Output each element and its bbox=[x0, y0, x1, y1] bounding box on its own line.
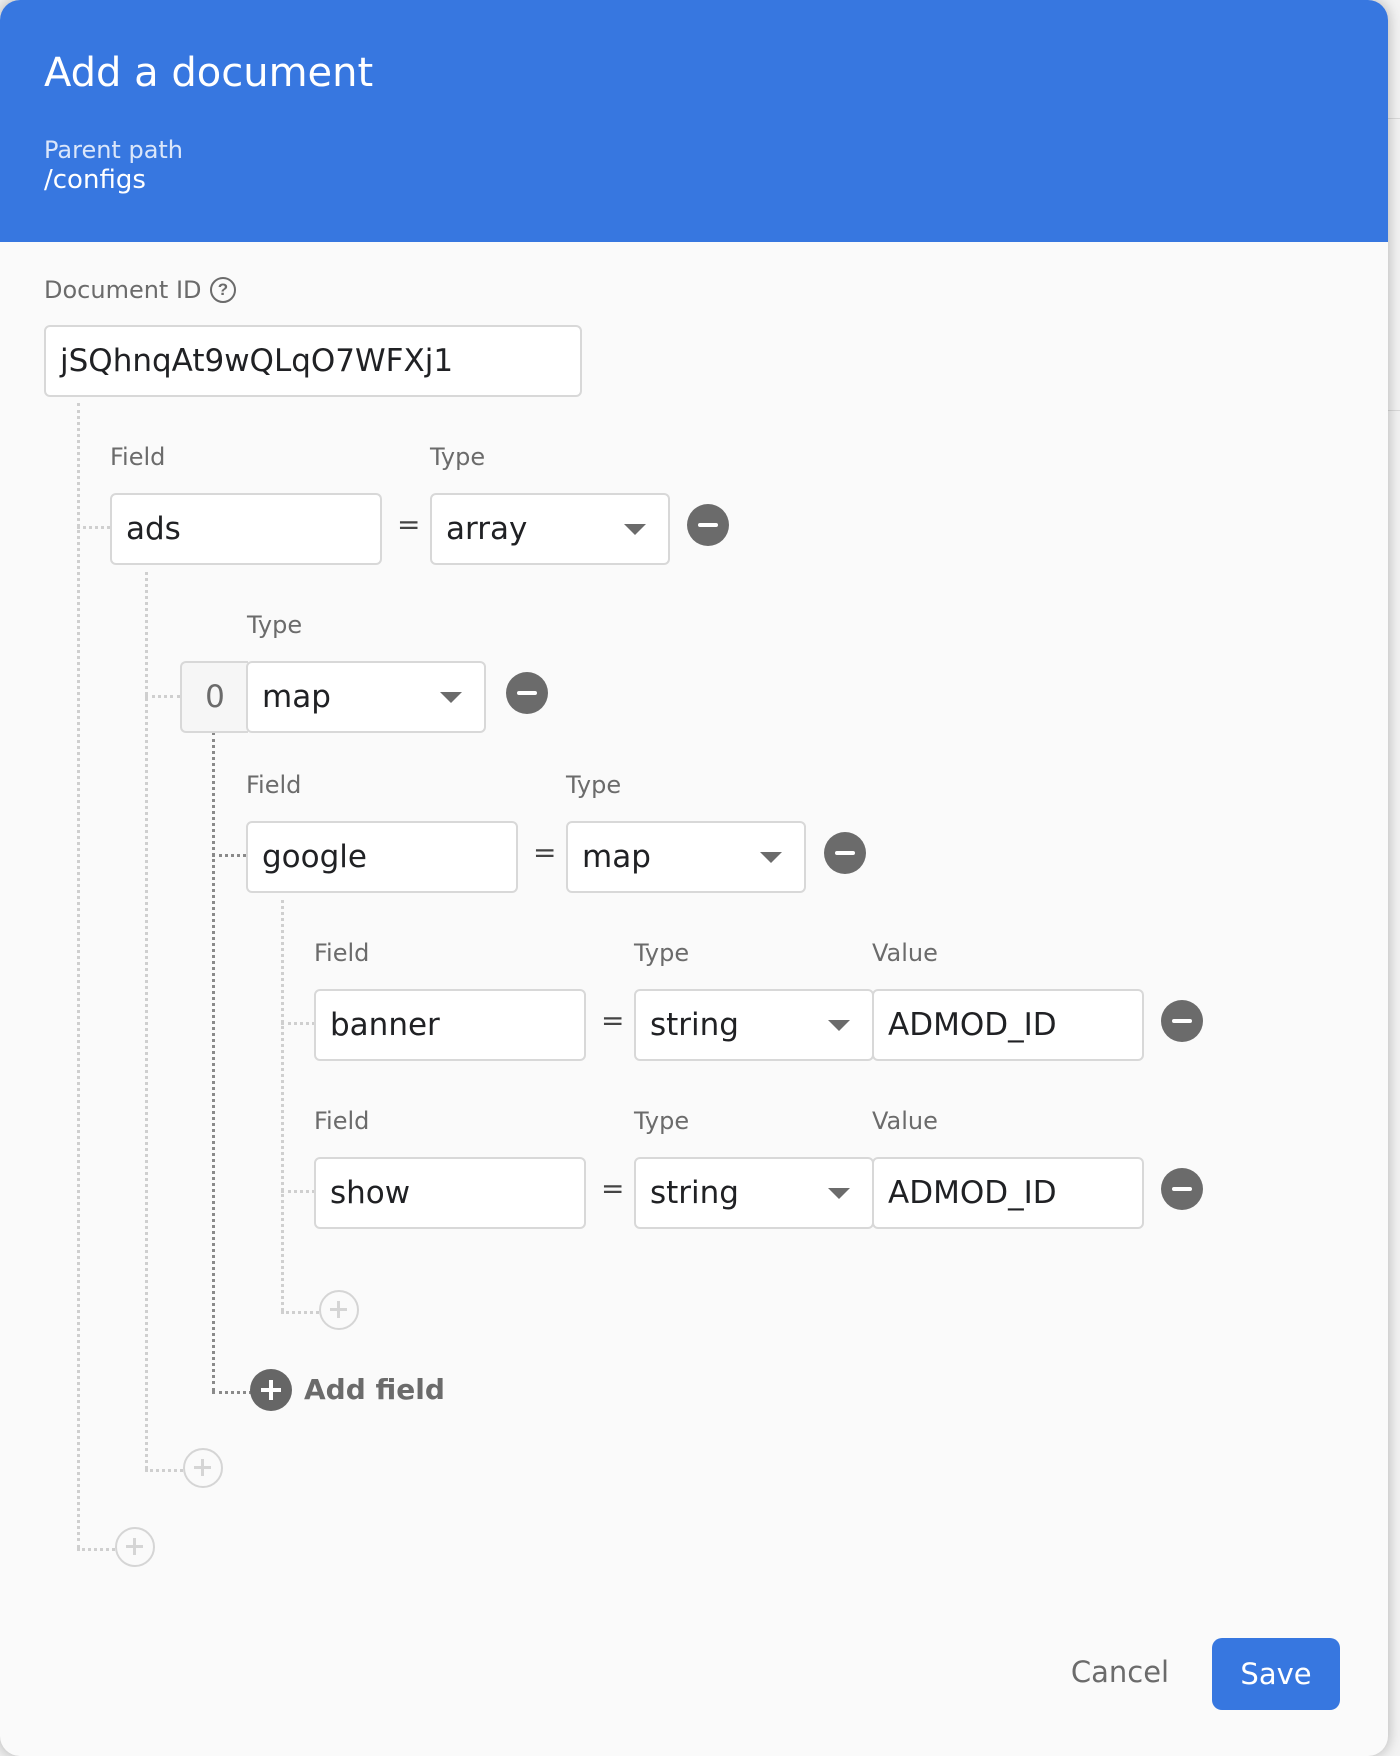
tree-connector bbox=[145, 695, 180, 698]
type-select-item-0[interactable]: map bbox=[246, 661, 486, 733]
type-select-banner[interactable]: string bbox=[634, 989, 874, 1061]
equals-sign: = bbox=[601, 1004, 625, 1037]
document-id-label: Document ID bbox=[44, 276, 202, 304]
type-select-google[interactable]: map bbox=[566, 821, 806, 893]
field-label: Field bbox=[246, 771, 302, 799]
tree-connector bbox=[281, 900, 284, 1311]
type-label: Type bbox=[566, 771, 622, 799]
add-field-button[interactable] bbox=[250, 1369, 292, 1411]
dialog-title: Add a document bbox=[44, 50, 374, 96]
tree-connector bbox=[281, 1190, 315, 1193]
type-label: Type bbox=[634, 1107, 690, 1135]
tree-connector bbox=[281, 1022, 315, 1025]
tree-connector bbox=[77, 1548, 115, 1551]
remove-field-button[interactable] bbox=[687, 504, 729, 546]
tree-connector bbox=[145, 572, 148, 1469]
add-root-field-button[interactable] bbox=[115, 1527, 155, 1567]
parent-path-label: Parent path bbox=[44, 136, 184, 164]
field-label: Field bbox=[110, 443, 166, 471]
tree-connector bbox=[212, 732, 215, 1391]
type-select-value: map bbox=[582, 839, 651, 875]
type-select-ads[interactable]: array bbox=[430, 493, 670, 565]
add-field-label[interactable]: Add field bbox=[304, 1373, 445, 1406]
remove-item-button[interactable] bbox=[506, 672, 548, 714]
type-select-value: array bbox=[446, 511, 528, 547]
chevron-down-icon bbox=[828, 1188, 850, 1199]
tree-connector bbox=[77, 526, 110, 529]
chevron-down-icon bbox=[440, 692, 462, 703]
chevron-down-icon bbox=[624, 524, 646, 535]
value-label: Value bbox=[872, 939, 938, 967]
tree-connector bbox=[212, 854, 246, 857]
type-label: Type bbox=[634, 939, 690, 967]
value-input-banner[interactable]: ADMOD_ID bbox=[872, 989, 1144, 1061]
field-name-input-google[interactable]: google bbox=[246, 821, 518, 893]
tree-connector bbox=[281, 1311, 319, 1314]
tree-connector bbox=[212, 1391, 252, 1394]
save-button[interactable]: Save bbox=[1212, 1638, 1340, 1710]
type-select-show[interactable]: string bbox=[634, 1157, 874, 1229]
add-nested-field-button[interactable] bbox=[319, 1290, 359, 1330]
cancel-button[interactable]: Cancel bbox=[1060, 1636, 1180, 1708]
remove-field-button[interactable] bbox=[1161, 1168, 1203, 1210]
field-name-input-show[interactable]: show bbox=[314, 1157, 586, 1229]
add-array-item-button[interactable] bbox=[183, 1448, 223, 1488]
remove-field-button[interactable] bbox=[1161, 1000, 1203, 1042]
array-index: 0 bbox=[180, 661, 248, 733]
chevron-down-icon bbox=[828, 1020, 850, 1031]
equals-sign: = bbox=[601, 1172, 625, 1205]
type-select-value: string bbox=[650, 1007, 739, 1043]
tree-connector bbox=[77, 403, 80, 1548]
field-name-input-ads[interactable]: ads bbox=[110, 493, 382, 565]
value-input-show[interactable]: ADMOD_ID bbox=[872, 1157, 1144, 1229]
document-id-input[interactable]: jSQhnqAt9wQLqO7WFXj1 bbox=[44, 325, 582, 397]
help-icon[interactable]: ? bbox=[210, 277, 236, 303]
type-label: Type bbox=[430, 443, 486, 471]
type-label: Type bbox=[247, 611, 303, 639]
type-select-value: string bbox=[650, 1175, 739, 1211]
equals-sign: = bbox=[533, 836, 557, 869]
equals-sign: = bbox=[397, 508, 421, 541]
type-select-value: map bbox=[262, 679, 331, 715]
dialog-header: Add a document Parent path /configs bbox=[0, 0, 1388, 242]
remove-field-button[interactable] bbox=[824, 832, 866, 874]
value-label: Value bbox=[872, 1107, 938, 1135]
field-name-input-banner[interactable]: banner bbox=[314, 989, 586, 1061]
field-label: Field bbox=[314, 939, 370, 967]
tree-connector bbox=[145, 1469, 183, 1472]
chevron-down-icon bbox=[760, 852, 782, 863]
add-document-dialog: Add a document Parent path /configs Docu… bbox=[0, 0, 1388, 1756]
parent-path-value: /configs bbox=[44, 165, 146, 195]
field-label: Field bbox=[314, 1107, 370, 1135]
